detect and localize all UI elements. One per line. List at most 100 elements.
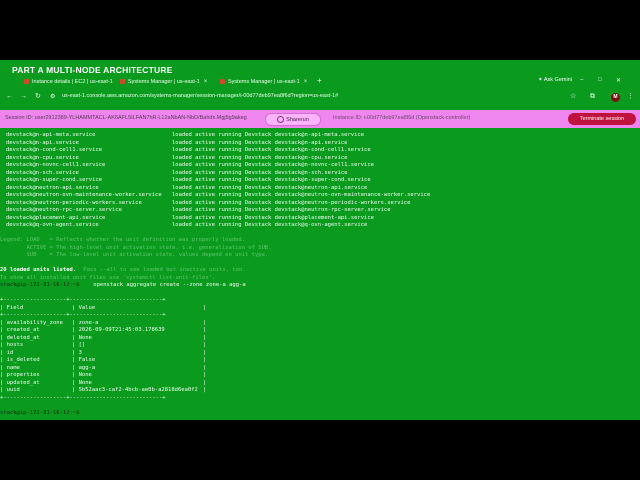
- shell-command: openstack aggregate create --zone zone-a…: [90, 282, 246, 288]
- table-edge: |: [203, 334, 207, 341]
- units-hint: To show all installed unit files use 'sy…: [0, 274, 216, 281]
- table-header-field: | Field: [0, 304, 24, 311]
- legend-line: SUB = The low-level unit activation stat…: [0, 252, 269, 258]
- table-border: +-------------------+-------------------…: [0, 312, 166, 318]
- browser-tabstrip: Instance details | EC2 | us-east-1 × Sys…: [0, 74, 640, 88]
- service-unit: devstack@placement-api.service: [6, 214, 106, 221]
- table-cell-value: | None: [72, 334, 92, 341]
- table-cell-field: | properties: [0, 372, 40, 378]
- minimize-icon[interactable]: –: [580, 77, 583, 83]
- ask-gemini-button[interactable]: ✦ Ask Gemini: [538, 77, 572, 83]
- service-unit: devstack@n-cond-cell1.service: [6, 147, 103, 153]
- table-cell-value: | 5b52aac3-caf2-4bcb-ae0b-a2818d6ea0f2: [72, 387, 198, 393]
- table-cell-value: | zone-a: [72, 319, 99, 326]
- table-cell-value: | []: [72, 342, 86, 348]
- screen-frame: PART A MULTI-NODE ARCHITECTURE Instance …: [0, 60, 640, 420]
- table-header-value: | Value: [72, 304, 96, 311]
- service-unit: devstack@neutron-ovn-maintenance-worker.…: [6, 192, 162, 198]
- table-edge: |: [203, 349, 207, 356]
- tab-label: Systems Manager | us-east-1: [128, 78, 200, 85]
- service-state: loaded active running Devstack devstack@…: [172, 214, 374, 221]
- table-edge: |: [203, 379, 207, 386]
- service-state: loaded active running Devstack devstack@…: [172, 132, 365, 138]
- menu-kebab-icon[interactable]: ⋮: [627, 92, 634, 102]
- legend-line: Legend: LOAD = Reflects whether the unit…: [0, 237, 246, 243]
- bookmark-star-icon[interactable]: ☆: [570, 92, 576, 102]
- share-icon: [277, 116, 285, 123]
- legend-line: ACTIVE = The high-level unit activation …: [0, 244, 272, 251]
- session-manager-bar: Session ID: user2912389-YLHAMMTACL-AK6AF…: [0, 110, 640, 128]
- shell-prompt: stack@ip-172-31-16-12:~$: [0, 282, 80, 288]
- new-tab-button[interactable]: +: [317, 76, 322, 86]
- table-cell-field: | is_deleted: [0, 357, 40, 363]
- profile-avatar[interactable]: M: [611, 93, 620, 102]
- units-listed: 20 loaded units listed.: [0, 267, 77, 273]
- service-unit: devstack@q-ovn-agent.service: [6, 222, 99, 228]
- tab-ec2-instance[interactable]: Instance details | EC2 | us-east-1 ×: [24, 76, 114, 87]
- table-edge: |: [203, 357, 207, 363]
- session-id: Session ID: user2912389-YLHAMMTACL-AK6AF…: [5, 115, 247, 121]
- service-unit: devstack@n-cpu.service: [6, 154, 79, 161]
- service-state: loaded active running Devstack devstack@…: [172, 154, 348, 161]
- table-cell-field: | updated_at: [0, 379, 40, 386]
- table-border: +-------------------+-------------------…: [0, 394, 166, 401]
- back-arrow-icon[interactable]: ←: [6, 92, 13, 102]
- table-cell-value: | agg-a: [72, 364, 96, 371]
- close-tab-icon[interactable]: ×: [204, 79, 208, 85]
- instance-info: Instance ID: i-00d77deb97ea8f6d (Opensta…: [333, 115, 471, 121]
- tab-systems-manager-2[interactable]: Systems Manager | us-east-1 ×: [220, 76, 312, 87]
- service-unit: devstack@n-api.service: [6, 139, 79, 146]
- table-cell-value: | None: [72, 379, 92, 386]
- table-edge: |: [203, 364, 207, 371]
- service-unit: devstack@n-sch.service: [6, 169, 79, 176]
- sharerun-label: Sharerun: [286, 116, 309, 123]
- aws-favicon-icon: [220, 79, 225, 84]
- shell-prompt: stack@ip-172-31-16-12:~$: [0, 409, 80, 416]
- url-input[interactable]: us-east-1.console.aws.amazon.com/systems…: [62, 93, 338, 99]
- sharerun-button[interactable]: Sharerun: [265, 113, 321, 126]
- service-unit: devstack@n-novnc-cell1.service: [6, 162, 106, 168]
- table-edge: |: [203, 304, 207, 311]
- tab-label: Systems Manager | us-east-1: [228, 78, 300, 85]
- service-state: loaded active running Devstack devstack@…: [172, 222, 368, 228]
- forward-arrow-icon[interactable]: →: [20, 92, 27, 102]
- table-cell-field: | uuid: [0, 387, 20, 393]
- table-cell-field: | availability_zone: [0, 319, 63, 326]
- tab-systems-manager-1[interactable]: Systems Manager | us-east-1 ×: [120, 76, 210, 87]
- address-bar: ← → ↻ ⚙ us-east-1.console.aws.amazon.com…: [0, 90, 640, 104]
- aws-favicon-icon: [120, 79, 125, 84]
- units-hint: Pass --all to see loaded but inactive un…: [80, 267, 246, 273]
- service-unit: devstack@neutron-rpc-server.service: [6, 207, 122, 213]
- maximize-icon[interactable]: □: [598, 77, 602, 83]
- table-cell-value: | None: [72, 372, 92, 378]
- service-unit: devstack@n-super-cond.service: [6, 177, 103, 183]
- close-tab-icon[interactable]: ×: [304, 79, 308, 85]
- table-cell-field: | hosts: [0, 342, 24, 348]
- service-unit: devstack@neutron-api.service: [6, 184, 99, 191]
- terminate-session-button[interactable]: Terminate session: [568, 113, 636, 125]
- reload-icon[interactable]: ↻: [35, 92, 41, 102]
- terminal-output[interactable]: devstack@n-api-meta.service loaded active…: [0, 130, 640, 420]
- service-unit: devstack@n-api-meta.service: [6, 132, 96, 138]
- close-window-icon[interactable]: ✕: [616, 77, 621, 84]
- extensions-icon[interactable]: ⧉: [590, 92, 595, 102]
- site-info-icon[interactable]: ⚙: [50, 92, 55, 102]
- tab-label: Instance details | EC2 | us-east-1: [32, 78, 113, 85]
- table-cell-field: | id: [0, 349, 14, 356]
- ask-gemini-label: Ask Gemini: [543, 77, 572, 83]
- table-cell-value: | 3: [72, 349, 82, 356]
- table-cell-value: | 2026-09-09T21:45:03.178639: [72, 327, 165, 333]
- table-edge: |: [203, 372, 207, 378]
- service-state: loaded active running Devstack devstack@…: [172, 177, 371, 183]
- table-cell-field: | created_at: [0, 327, 40, 333]
- aws-favicon-icon: [24, 79, 29, 84]
- service-state: loaded active running Devstack devstack@…: [172, 184, 368, 191]
- table-edge: |: [203, 342, 207, 348]
- table-border: +-------------------+-------------------…: [0, 297, 166, 303]
- table-cell-field: | name: [0, 364, 20, 371]
- service-state: loaded active running Devstack devstack@…: [172, 199, 411, 206]
- service-state: loaded active running Devstack devstack@…: [172, 147, 371, 153]
- service-state: loaded active running Devstack devstack@…: [172, 207, 391, 213]
- service-state: loaded active running Devstack devstack@…: [172, 162, 374, 168]
- service-unit: devstack@neutron-periodic-workers.servic…: [6, 199, 142, 206]
